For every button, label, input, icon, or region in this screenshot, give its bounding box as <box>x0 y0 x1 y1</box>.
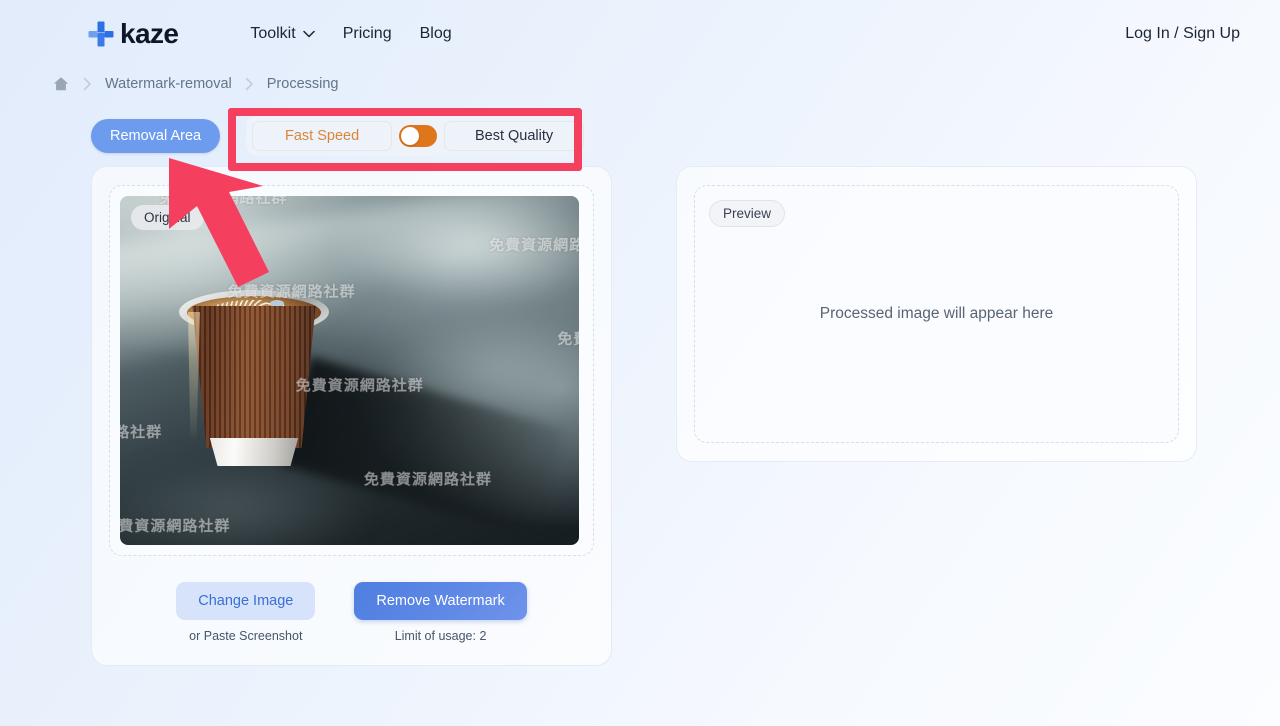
nav-item-pricing[interactable]: Pricing <box>343 25 392 43</box>
quality-toggle-switch[interactable] <box>399 125 438 147</box>
chevron-down-icon <box>302 30 315 38</box>
removal-area-button[interactable]: Removal Area <box>91 119 221 153</box>
breadcrumb-item-processing: Processing <box>266 76 339 92</box>
preview-placeholder-text: Processed image will appear here <box>819 305 1054 322</box>
nav-item-toolkit[interactable]: Toolkit <box>250 25 315 43</box>
login-signup-link[interactable]: Log In / Sign Up <box>1125 25 1240 43</box>
remove-watermark-button[interactable]: Remove Watermark <box>354 582 527 620</box>
breadcrumb: Watermark-removal Processing <box>0 68 1280 100</box>
coffee-cup-graphic <box>178 260 330 470</box>
toggle-knob <box>401 127 420 145</box>
quality-toggle-group: Fast Speed Best Quality <box>246 116 591 156</box>
action-buttons: Change Image or Paste Screenshot Remove … <box>92 582 611 643</box>
brand-logo[interactable]: kaze <box>88 18 179 49</box>
original-image[interactable]: 免費資源網路社群 免費資源網路社群 免費資源網路社群 免費資源網路社群 免費資源… <box>120 196 579 545</box>
paste-screenshot-hint: or Paste Screenshot <box>189 629 303 643</box>
usage-limit-text: Limit of usage: 2 <box>394 629 487 643</box>
nav-item-blog[interactable]: Blog <box>420 25 452 43</box>
chevron-right-icon <box>83 77 92 91</box>
main-content: 免費資源網路社群 免費資源網路社群 免費資源網路社群 免費資源網路社群 免費資源… <box>0 158 1280 666</box>
main-nav: Toolkit Pricing Blog <box>250 25 451 43</box>
nav-item-label: Blog <box>419 25 452 42</box>
preview-card: Preview Processed image will appear here <box>676 166 1197 462</box>
nav-item-label: Toolkit <box>250 25 296 42</box>
watermark-text: 免費資源網路社群 <box>120 422 163 441</box>
original-dropzone[interactable]: 免費資源網路社群 免費資源網路社群 免費資源網路社群 免費資源網路社群 免費資源… <box>109 185 594 556</box>
fast-speed-option[interactable]: Fast Speed <box>252 121 393 151</box>
chevron-right-icon <box>245 77 254 91</box>
original-image-card: 免費資源網路社群 免費資源網路社群 免費資源網路社群 免費資源網路社群 免費資源… <box>91 166 612 666</box>
controls-divider <box>235 121 237 151</box>
original-badge: Original <box>131 205 204 230</box>
controls-row: Removal Area Fast Speed Best Quality <box>0 114 1280 158</box>
fabric-highlight <box>303 196 579 315</box>
preview-badge: Preview <box>709 200 786 227</box>
kaze-plus-logo-icon <box>88 21 114 47</box>
best-quality-option[interactable]: Best Quality <box>444 121 585 151</box>
nav-item-label: Pricing <box>342 25 392 42</box>
breadcrumb-item-watermark-removal[interactable]: Watermark-removal <box>105 76 232 92</box>
site-header: kaze Toolkit Pricing Blog Log In / Sign … <box>0 0 1280 68</box>
preview-dropzone: Preview Processed image will appear here <box>694 185 1179 443</box>
change-image-button[interactable]: Change Image <box>176 582 316 620</box>
brand-name: kaze <box>120 18 179 49</box>
home-icon[interactable] <box>52 75 70 93</box>
